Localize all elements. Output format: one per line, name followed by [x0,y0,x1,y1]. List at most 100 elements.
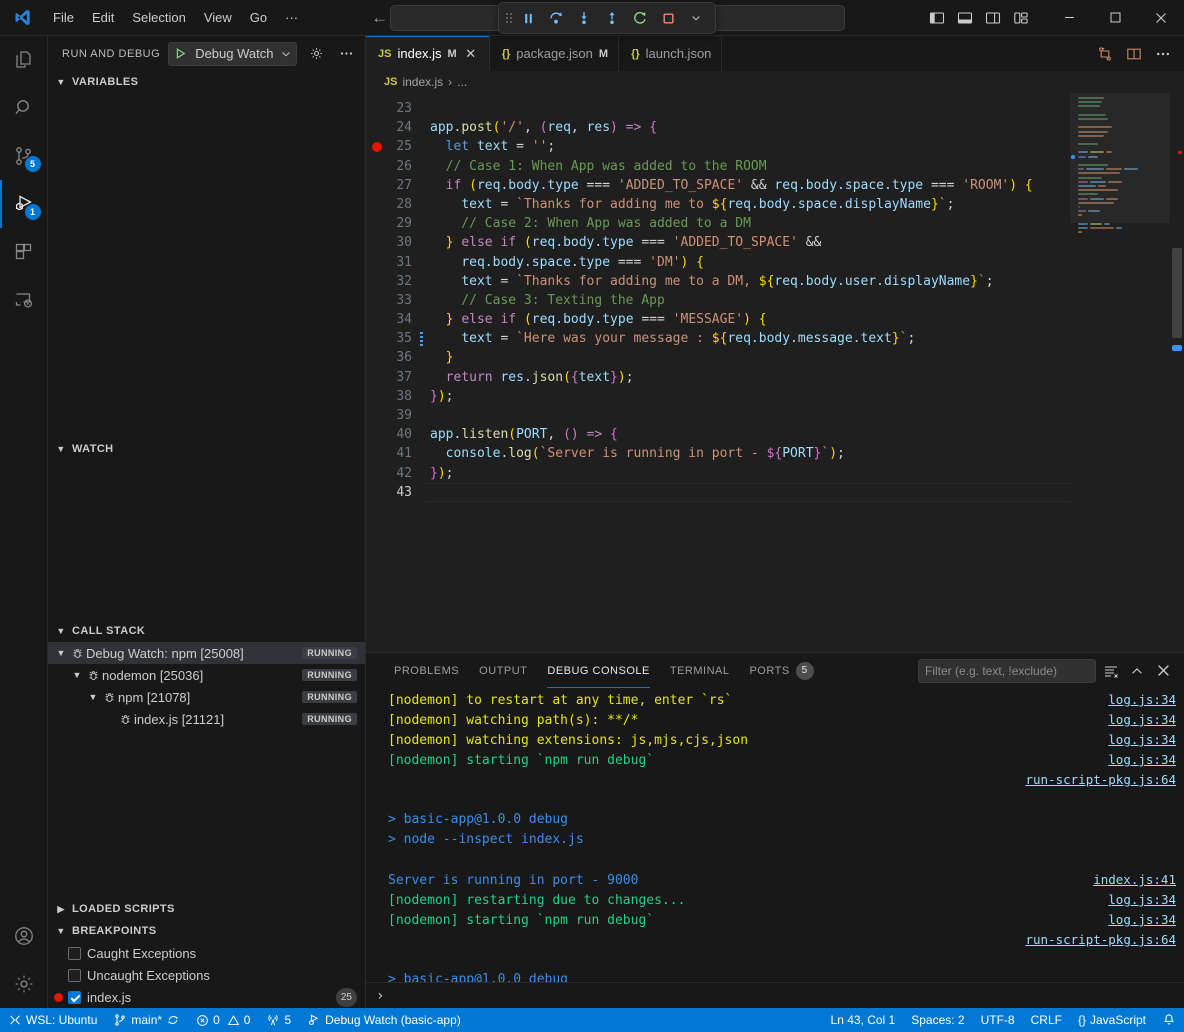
line-number[interactable]: 27 [366,176,426,195]
toggle-secondary-sidebar-icon[interactable] [980,6,1006,30]
console-source-link[interactable]: index.js:41 [1093,870,1176,890]
code-line[interactable]: req.body.space.type === 'DM') { [430,253,1070,272]
section-loaded-scripts[interactable]: ▶ LOADED SCRIPTS [48,898,365,920]
console-line[interactable]: > node --inspect index.js [366,830,1184,850]
line-number[interactable]: 39 [366,406,426,425]
code-area[interactable]: 2324252627282930313233343536373839404142… [366,93,1070,652]
close-icon[interactable]: ✕ [463,46,479,62]
code-line[interactable]: } else if (req.body.type === 'MESSAGE') … [430,310,1070,329]
toggle-primary-sidebar-icon[interactable] [924,6,950,30]
scrollbar-thumb[interactable] [1172,248,1182,338]
console-line[interactable]: run-script-pkg.js:64 [366,930,1184,950]
code-line[interactable]: text = `Here was your message : ${req.bo… [430,329,1070,348]
menu-more[interactable]: ··· [276,6,307,29]
console-line[interactable]: [nodemon] watching path(s): **/*log.js:3… [366,710,1184,730]
editor-scrollbar[interactable] [1170,93,1184,652]
console-source-link[interactable]: log.js:34 [1108,750,1176,770]
activitybar-item-search[interactable] [0,84,48,132]
code-line[interactable]: app.listen(PORT, () => { [430,425,1070,444]
section-call-stack[interactable]: ▼ CALL STACK [48,620,365,642]
stop-button[interactable] [655,6,681,30]
section-breakpoints[interactable]: ▼ BREAKPOINTS [48,920,365,942]
code-content[interactable]: app.post('/', (req, res) => { let text =… [426,93,1070,652]
line-number[interactable]: 35 [366,329,426,348]
toggle-panel-icon[interactable] [952,6,978,30]
line-number[interactable]: 36 [366,348,426,367]
activitybar-item-accounts[interactable] [0,912,48,960]
chevron-down-icon[interactable] [683,6,709,30]
restart-button[interactable] [627,6,653,30]
status-language-mode[interactable]: {} JavaScript [1070,1008,1154,1032]
breakpoint-row[interactable]: Uncaught Exceptions [48,964,365,986]
line-number[interactable]: 23 [366,99,426,118]
menu-edit[interactable]: Edit [83,6,123,29]
line-number[interactable]: 24 [366,118,426,137]
debug-console-output[interactable]: [nodemon] to restart at any time, enter … [366,688,1184,982]
console-line[interactable]: [nodemon] watching extensions: js,mjs,cj… [366,730,1184,750]
line-number[interactable]: 41 [366,444,426,463]
breakpoint-row[interactable]: Caught Exceptions [48,942,365,964]
code-line[interactable]: // Case 2: When App was added to a DM [430,214,1070,233]
line-number[interactable]: 31 [366,253,426,272]
split-editor-icon[interactable] [1121,41,1147,67]
console-line[interactable]: > basic-app@1.0.0 debug [366,810,1184,830]
code-line[interactable]: if (req.body.type === 'ADDED_TO_SPACE' &… [430,176,1070,195]
status-notifications[interactable] [1154,1008,1184,1032]
code-line[interactable] [426,483,1070,502]
line-number[interactable]: 32 [366,272,426,291]
line-number[interactable]: 34 [366,310,426,329]
call-stack-row[interactable]: ▼ npm [21078] RUNNING [48,686,365,708]
status-remote-host[interactable]: WSL: Ubuntu [0,1008,105,1032]
minimap-slider[interactable] [1070,93,1170,223]
chevron-down-icon[interactable]: ▼ [86,692,100,702]
panel-tab-ports[interactable]: PORTS 5 [739,653,823,688]
line-number[interactable]: 28 [366,195,426,214]
chevron-down-icon[interactable]: ▼ [70,670,84,680]
console-source-link[interactable]: run-script-pkg.js:64 [1025,770,1176,790]
line-number[interactable]: 40 [366,425,426,444]
code-line[interactable]: // Case 3: Texting the App [430,291,1070,310]
line-number[interactable]: 33 [366,291,426,310]
more-actions-icon[interactable] [1150,41,1176,67]
console-filter-input[interactable]: Filter (e.g. text, !exclude) [918,659,1096,683]
activitybar-item-source-control[interactable]: 5 [0,132,48,180]
breakpoint-checkbox[interactable] [68,991,81,1004]
console-line[interactable] [366,950,1184,970]
console-source-link[interactable]: log.js:34 [1108,710,1176,730]
code-line[interactable]: }); [430,387,1070,406]
code-line[interactable]: } else if (req.body.type === 'ADDED_TO_S… [430,233,1070,252]
breakpoint-checkbox[interactable] [68,969,81,982]
code-line[interactable]: // Case 1: When App was added to the ROO… [430,157,1070,176]
pause-button[interactable] [515,6,541,30]
debug-console-input[interactable]: › [366,982,1184,1008]
panel-tab-output[interactable]: OUTPUT [469,653,537,688]
status-cursor-position[interactable]: Ln 43, Col 1 [823,1008,904,1032]
console-line[interactable]: Server is running in port - 9000index.js… [366,870,1184,890]
code-line[interactable]: } [430,348,1070,367]
code-line[interactable]: let text = ''; [430,137,1070,156]
tab-index-js[interactable]: JS index.js M ✕ [366,36,490,71]
launch-configuration-select[interactable]: Debug Watch [168,42,297,66]
clear-console-icon[interactable] [1100,660,1122,682]
line-number[interactable]: 30 [366,233,426,252]
code-line[interactable]: console.log(`Server is running in port -… [430,444,1070,463]
breadcrumb-tail[interactable]: ... [457,75,467,89]
panel-tab-problems[interactable]: PROBLEMS [384,653,469,688]
drag-handle-icon[interactable] [505,11,513,25]
code-line[interactable]: text = `Thanks for adding me to a DM, ${… [430,272,1070,291]
step-into-button[interactable] [571,6,597,30]
panel-tab-debug-console[interactable]: DEBUG CONSOLE [537,653,659,688]
console-source-link[interactable]: log.js:34 [1108,890,1176,910]
line-number[interactable]: 25 [366,137,426,156]
activitybar-item-explorer[interactable] [0,36,48,84]
close-button[interactable] [1138,0,1184,36]
console-line[interactable] [366,790,1184,810]
console-source-link[interactable]: log.js:34 [1108,730,1176,750]
status-ports[interactable]: 5 [258,1008,299,1032]
close-panel-icon[interactable] [1152,660,1174,682]
console-line[interactable] [366,850,1184,870]
section-watch[interactable]: ▼ WATCH [48,438,365,460]
arrow-left-icon[interactable]: ← [371,9,388,26]
minimize-button[interactable] [1046,0,1092,36]
status-eol[interactable]: CRLF [1023,1008,1070,1032]
